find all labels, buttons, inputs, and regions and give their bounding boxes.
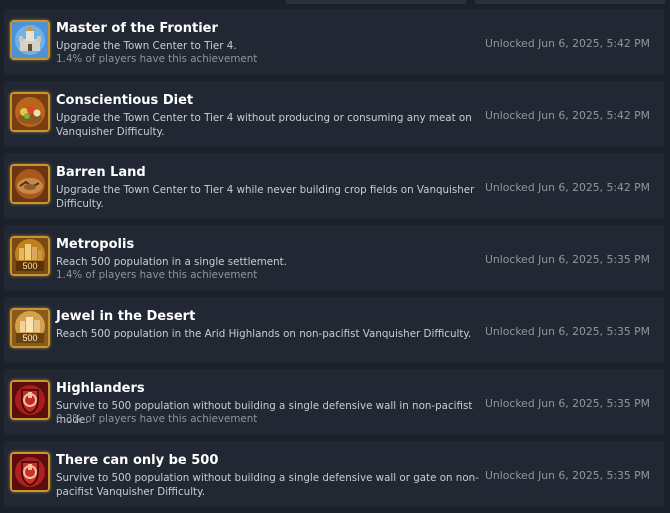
achievement-description: Reach 500 population in the Arid Highlan…: [56, 328, 472, 340]
achievement-description: Reach 500 population in a single settlem…: [56, 256, 287, 268]
unlock-date: Unlocked Jun 6, 2025, 5:42 PM: [485, 109, 650, 122]
barren-land-icon: [10, 164, 50, 204]
achievement-row[interactable]: Conscientious Diet Upgrade the Town Cent…: [4, 81, 664, 147]
achievement-description: Upgrade the Town Center to Tier 4 withou…: [56, 112, 472, 138]
castle-icon: [10, 20, 50, 60]
toolbar-button-left[interactable]: [286, 0, 466, 4]
desert-city-500-icon: 500: [10, 308, 50, 348]
achievement-title: Highlanders: [56, 381, 145, 396]
top-toolbar: [0, 0, 670, 5]
unlock-date: Unlocked Jun 6, 2025, 5:35 PM: [485, 325, 650, 338]
achievement-description: Upgrade the Town Center to Tier 4 while …: [56, 184, 475, 210]
achievement-row[interactable]: 500 Metropolis Reach 500 population in a…: [4, 225, 664, 291]
achievement-row[interactable]: There can only be 500 Survive to 500 pop…: [4, 441, 664, 507]
achievement-description: Survive to 500 population without buildi…: [56, 472, 479, 498]
achievement-title: Barren Land: [56, 165, 146, 180]
city-500-icon: 500: [10, 236, 50, 276]
red-shield-icon: [10, 452, 50, 492]
unlock-date: Unlocked Jun 6, 2025, 5:35 PM: [485, 469, 650, 482]
unlock-date: Unlocked Jun 6, 2025, 5:35 PM: [485, 253, 650, 266]
achievement-row[interactable]: Highlanders Survive to 500 population wi…: [4, 369, 664, 435]
unlock-date: Unlocked Jun 6, 2025, 5:35 PM: [485, 397, 650, 410]
achievement-title: Master of the Frontier: [56, 21, 218, 36]
achievement-description: Upgrade the Town Center to Tier 4.: [56, 40, 237, 52]
toolbar-button-right[interactable]: [475, 0, 665, 4]
achievement-percent: 1.4% of players have this achievement: [56, 269, 258, 281]
achievement-row[interactable]: Master of the Frontier Upgrade the Town …: [4, 9, 664, 75]
unlock-date: Unlocked Jun 6, 2025, 5:42 PM: [485, 37, 650, 50]
achievement-row[interactable]: Barren Land Upgrade the Town Center to T…: [4, 153, 664, 219]
achievement-title: Metropolis: [56, 237, 135, 252]
achievement-title: Conscientious Diet: [56, 93, 194, 108]
achievement-row[interactable]: 500 Jewel in the Desert Reach 500 popula…: [4, 297, 664, 363]
achievement-list: Master of the Frontier Upgrade the Town …: [4, 9, 664, 513]
unlock-date: Unlocked Jun 6, 2025, 5:42 PM: [485, 181, 650, 194]
achievement-percent: 0.3% of players have this achievement: [56, 413, 258, 425]
achievement-title: There can only be 500: [56, 453, 219, 468]
red-shield-icon: [10, 380, 50, 420]
achievement-title: Jewel in the Desert: [56, 309, 196, 324]
food-basket-icon: [10, 92, 50, 132]
badge-number: 500: [22, 333, 37, 343]
badge-number: 500: [22, 261, 37, 271]
achievement-percent: 1.4% of players have this achievement: [56, 53, 258, 65]
